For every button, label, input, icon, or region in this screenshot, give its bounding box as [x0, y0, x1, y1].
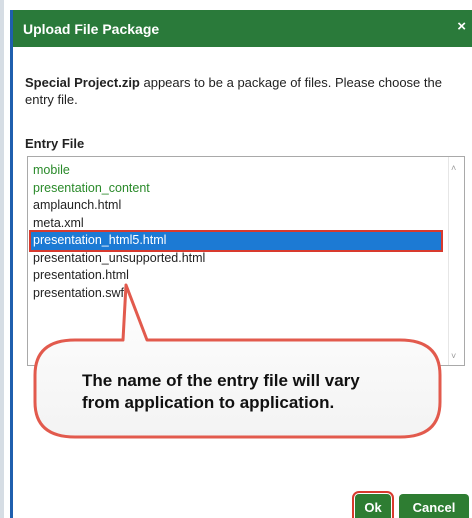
window-edge [0, 0, 4, 518]
folder-item[interactable]: mobile [31, 162, 441, 180]
entry-file-list: mobile presentation_content amplaunch.html… [29, 162, 443, 303]
scroll-down-icon[interactable]: ˅ [451, 351, 456, 361]
file-item[interactable]: presentation.html [31, 267, 441, 285]
folder-item[interactable]: presentation_content [31, 180, 441, 198]
scroll-up-icon[interactable]: ˄ [451, 163, 456, 173]
callout-line-2: from application to application. [82, 393, 335, 412]
file-item[interactable]: presentation_unsupported.html [31, 250, 441, 268]
dialog-title: Upload File Package [23, 21, 160, 37]
page: Upload File Package × Special Project.zi… [0, 0, 472, 518]
entry-file-label: Entry File [25, 136, 85, 151]
close-icon[interactable]: × [457, 19, 466, 34]
file-item[interactable]: amplaunch.html [31, 197, 441, 215]
entry-file-listbox[interactable]: mobile presentation_content amplaunch.html… [27, 156, 465, 366]
callout-text: The name of the entry file will vary fro… [82, 370, 412, 414]
package-filename: Special Project.zip [25, 75, 140, 90]
upload-file-package-dialog: Upload File Package × Special Project.zi… [10, 10, 472, 518]
ok-button[interactable]: Ok [352, 491, 394, 518]
file-item[interactable]: meta.xml [31, 215, 441, 233]
cancel-button[interactable]: Cancel [399, 494, 469, 518]
dialog-titlebar: Upload File Package × [13, 10, 472, 47]
callout-line-1: The name of the entry file will vary [82, 371, 360, 390]
dialog-message: Special Project.zip appears to be a pack… [25, 74, 455, 108]
listbox-scrollbar[interactable]: ˄ ˅ [448, 157, 464, 365]
file-item[interactable]: presentation.swf [31, 285, 441, 303]
file-item[interactable]: presentation_html5.html [29, 230, 443, 252]
